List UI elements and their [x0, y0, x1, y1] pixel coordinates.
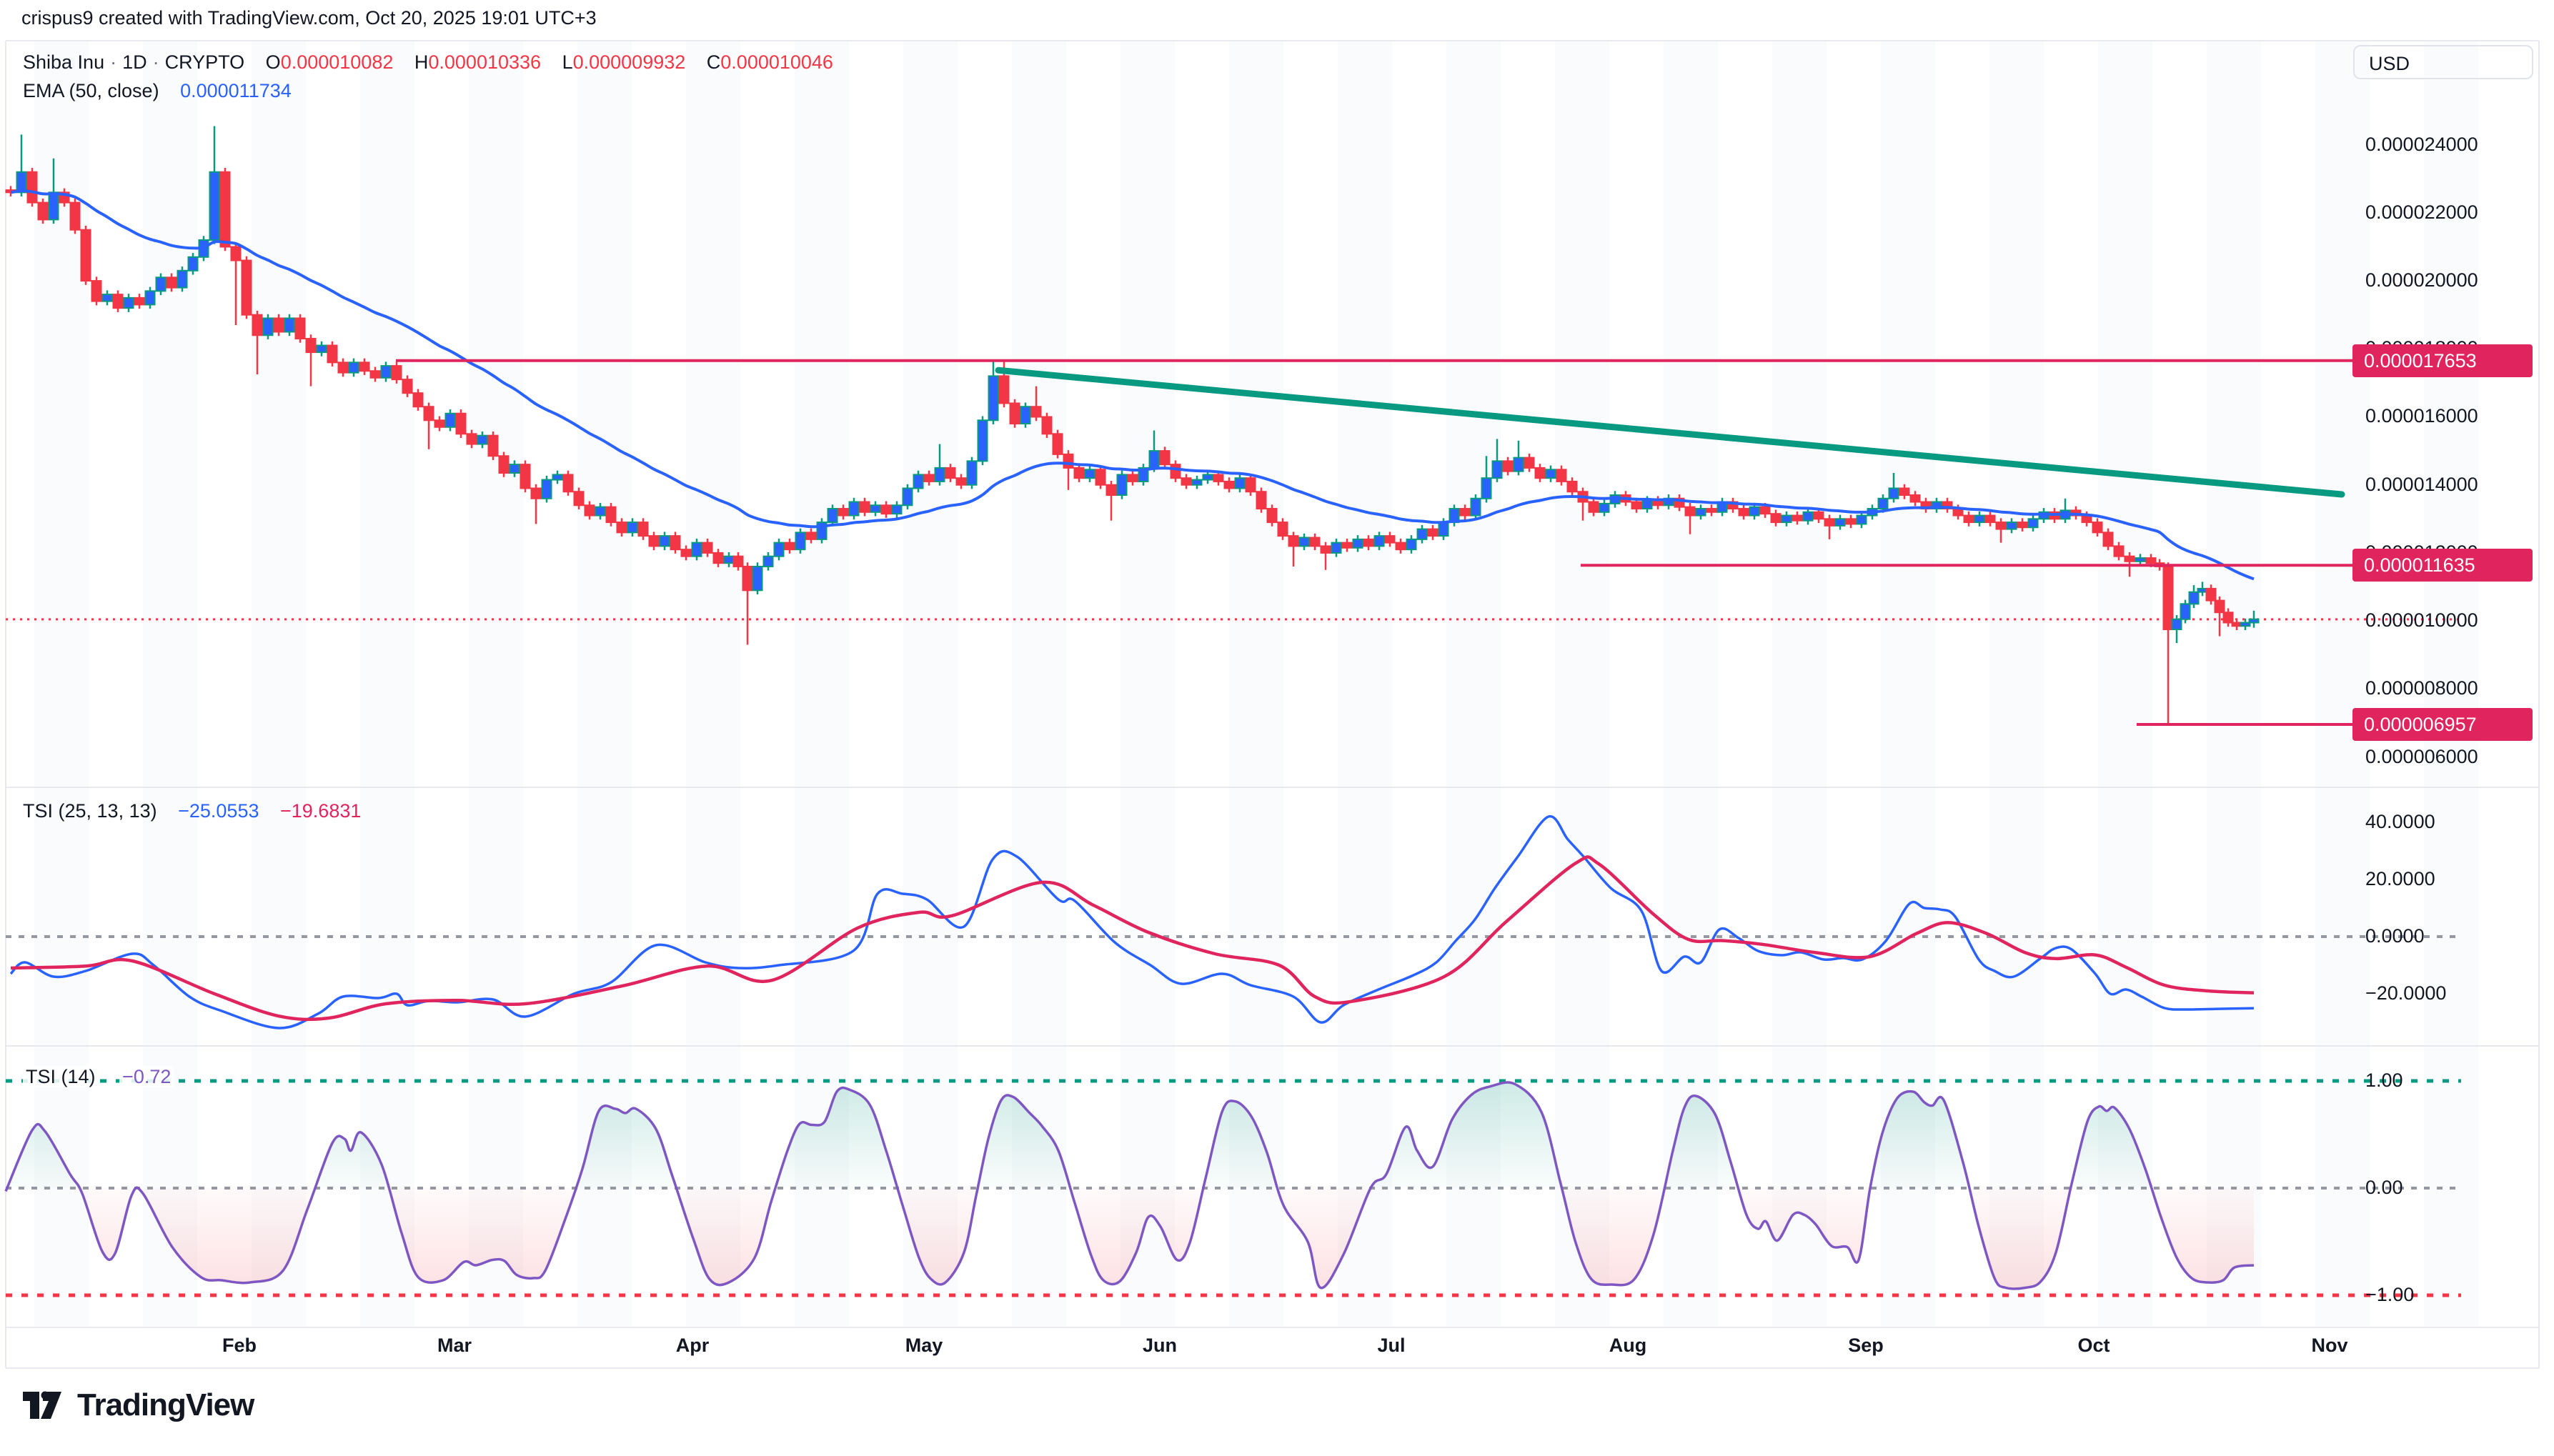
currency-toggle-button[interactable]: USD — [2353, 45, 2533, 79]
price-tick-label: 0.000006000 — [2365, 746, 2478, 768]
month-label-nov: Nov — [2311, 1335, 2347, 1357]
tsi-tick-label: 20.0000 — [2365, 868, 2435, 890]
month-label-feb: Feb — [222, 1335, 257, 1357]
legend-separator: · — [147, 51, 165, 73]
tsi-value-1: −25.0553 — [178, 800, 259, 822]
low-value: 0.000009932 — [573, 51, 686, 73]
month-label-sep: Sep — [1848, 1335, 1884, 1357]
tradingview-published-chart: crispus9 created with TradingView.com, O… — [0, 0, 2554, 1456]
tradingview-logo-icon — [21, 1385, 63, 1426]
month-label-may: May — [905, 1335, 943, 1357]
interval-label: 1D — [122, 51, 147, 73]
tsi-value-2: −19.6831 — [280, 800, 361, 822]
price-tick-label: 0.000010000 — [2365, 609, 2478, 632]
high-value: 0.000010336 — [428, 51, 541, 73]
osc-value: −0.72 — [119, 1066, 174, 1087]
osc-legend: TSI (14) −0.72 — [23, 1066, 174, 1088]
exchange-label: CRYPTO — [165, 51, 245, 73]
tsi-legend: TSI (25, 13, 13) −25.0553 −19.6831 — [23, 800, 361, 822]
price-tick-label: 0.000020000 — [2365, 269, 2478, 291]
low-key: L — [562, 51, 573, 73]
tsi-tick-label: 40.0000 — [2365, 811, 2435, 833]
price-tick-label: 0.000008000 — [2365, 677, 2478, 699]
symbol-legend: Shiba Inu·1D·CRYPTO O0.000010082 H0.0000… — [23, 51, 833, 74]
close-value: 0.000010046 — [720, 51, 833, 73]
price-tick-label: 0.000016000 — [2365, 405, 2478, 427]
high-key: H — [414, 51, 429, 73]
chart-canvas — [0, 0, 2554, 1456]
ema-label: EMA (50, close) — [23, 80, 159, 101]
symbol-name: Shiba Inu — [23, 51, 104, 73]
open-key: O — [266, 51, 281, 73]
tradingview-logo[interactable]: TradingView — [21, 1385, 254, 1426]
open-value: 0.000010082 — [281, 51, 394, 73]
osc-tick-label: 1.00 — [2365, 1069, 2403, 1092]
close-key: C — [707, 51, 721, 73]
tsi-tick-label: −20.0000 — [2365, 982, 2446, 1004]
ema-value: 0.000011734 — [180, 80, 292, 101]
price-tick-label: 0.000014000 — [2365, 474, 2478, 496]
month-label-apr: Apr — [676, 1335, 710, 1357]
attribution-text: crispus9 created with TradingView.com, O… — [21, 7, 597, 29]
tsi-tick-label: 0.0000 — [2365, 925, 2425, 947]
legend-separator: · — [104, 51, 122, 73]
month-label-mar: Mar — [437, 1335, 472, 1357]
support-price-label[interactable]: 0.000011635 — [2352, 549, 2533, 582]
low-price-label[interactable]: 0.000006957 — [2352, 708, 2533, 741]
tradingview-wordmark: TradingView — [77, 1387, 254, 1423]
price-tick-label: 0.000024000 — [2365, 134, 2478, 156]
osc-tick-label: −1.00 — [2365, 1284, 2414, 1306]
osc-tick-label: 0.00 — [2365, 1177, 2403, 1199]
tsi-label: TSI (25, 13, 13) — [23, 800, 157, 822]
month-label-oct: Oct — [2077, 1335, 2110, 1357]
price-tick-label: 0.000022000 — [2365, 201, 2478, 224]
resistance-price-label[interactable]: 0.000017653 — [2352, 344, 2533, 377]
month-label-aug: Aug — [1609, 1335, 1646, 1357]
osc-label: TSI (14) — [23, 1066, 99, 1087]
month-label-jun: Jun — [1143, 1335, 1177, 1357]
month-label-jul: Jul — [1377, 1335, 1405, 1357]
ema-legend: EMA (50, close) 0.000011734 — [23, 80, 292, 102]
